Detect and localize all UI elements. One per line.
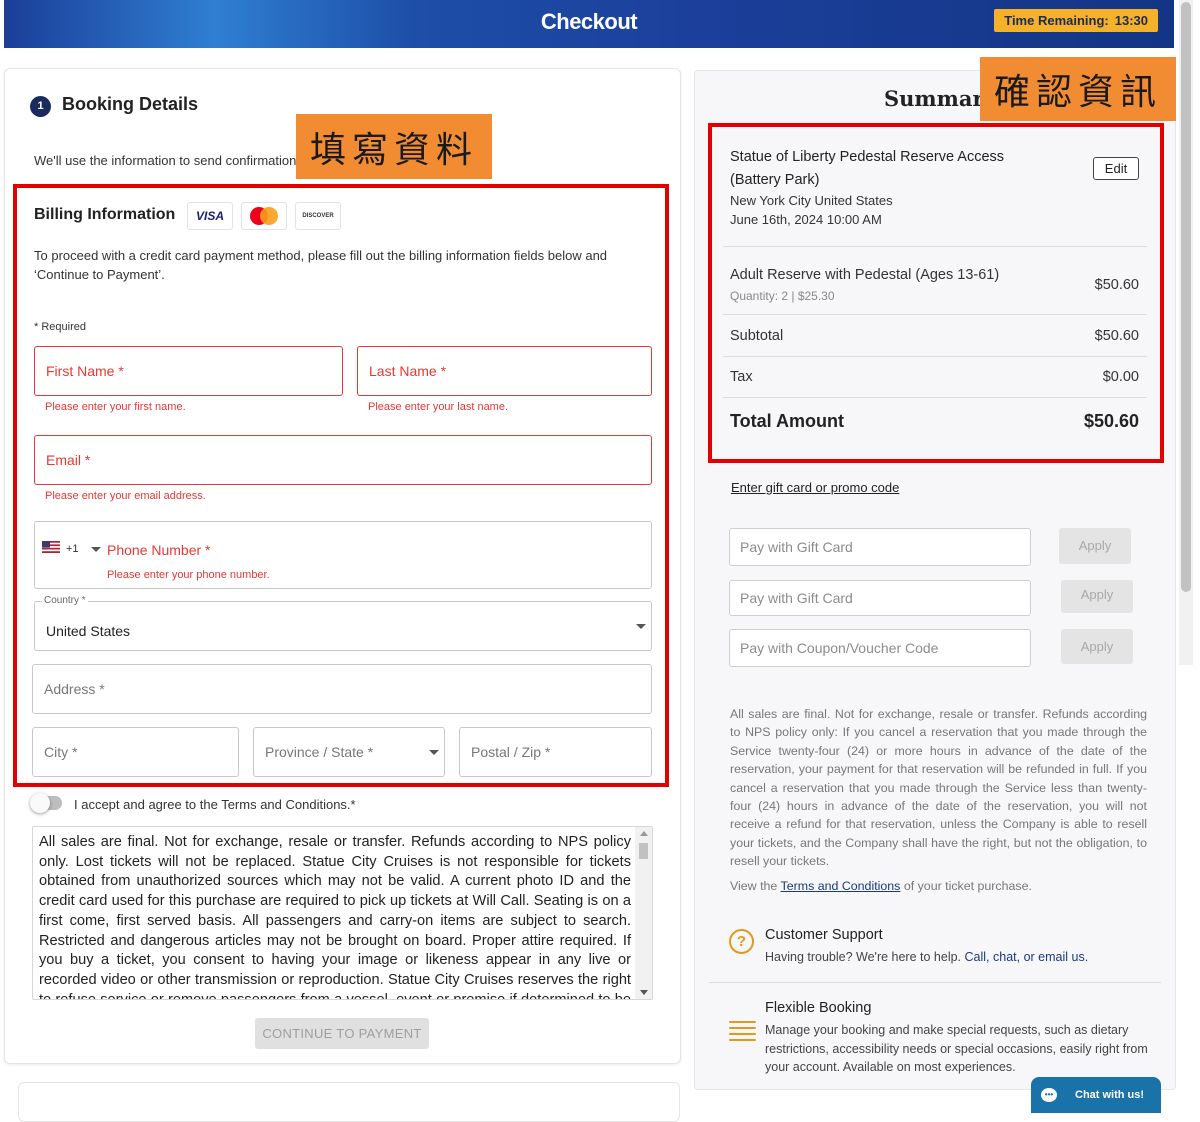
total-amount-value: $50.60 <box>1083 411 1139 431</box>
support-contact-links[interactable]: Call, chat, or email us. <box>965 950 1089 964</box>
country-select[interactable]: United States <box>34 601 652 651</box>
last-name-placeholder: Last Name * <box>369 363 447 379</box>
divider <box>723 397 1147 398</box>
apply-coupon-button[interactable]: Apply <box>1061 629 1133 664</box>
item-datetime: June 16th, 2024 10:00 AM <box>730 212 882 227</box>
email-placeholder: Email * <box>46 452 91 468</box>
step-number-badge: 1 <box>30 96 51 117</box>
postal-field[interactable]: Postal / Zip * <box>459 727 652 777</box>
province-select[interactable]: Province / State * <box>253 727 445 777</box>
coupon-code-input[interactable]: Pay with Coupon/Voucher Code <box>729 629 1031 667</box>
email-field[interactable]: Email * <box>34 435 652 485</box>
terms-agree-label: I accept and agree to the Terms and Cond… <box>74 797 356 812</box>
total-amount-label: Total Amount <box>730 411 844 431</box>
scrollbar-thumb[interactable] <box>1181 2 1191 592</box>
discover-icon: DISCOVER <box>295 202 341 230</box>
visa-icon: VISA <box>187 202 233 230</box>
item-location: New York City United States <box>730 193 893 208</box>
confirmation-text: We'll use the information to send confir… <box>34 153 297 168</box>
timer-label: Time Remaining: <box>1004 13 1109 28</box>
flexible-booking-title: Flexible Booking <box>765 1000 872 1016</box>
country-chevron-down-icon[interactable] <box>636 624 646 629</box>
city-placeholder: City * <box>44 744 78 760</box>
terms-scrollbar-thumb[interactable] <box>639 843 648 859</box>
customer-support-title: Customer Support <box>765 927 883 943</box>
summary-title: Summary <box>884 86 996 111</box>
divider <box>723 314 1147 315</box>
refund-policy-text: All sales are final. Not for exchange, r… <box>730 707 1147 869</box>
province-chevron-down-icon[interactable] <box>429 750 439 755</box>
page-scrollbar[interactable] <box>1179 0 1193 665</box>
discover-logo-text: DISCOVER <box>302 213 334 219</box>
view-terms-prefix: View the <box>730 879 778 893</box>
tax-label: Tax <box>730 369 753 385</box>
apply-gift-card-1-button[interactable]: Apply <box>1059 528 1131 564</box>
postal-placeholder: Postal / Zip * <box>471 744 551 760</box>
chat-with-us-button[interactable]: ••• Chat with us! <box>1031 1077 1161 1113</box>
line-item-price: $50.60 <box>1094 277 1139 293</box>
first-name-error: Please enter your first name. <box>45 401 186 413</box>
support-desc-text: Having trouble? We're here to help. <box>765 950 962 964</box>
terms-text: All sales are final. Not for exchange, r… <box>39 834 631 1000</box>
last-name-field[interactable]: Last Name * <box>357 346 652 396</box>
mastercard-icon <box>241 202 287 230</box>
chat-bubble-icon: ••• <box>1041 1088 1057 1102</box>
continue-to-payment-button[interactable]: CONTINUE TO PAYMENT <box>255 1018 429 1049</box>
address-field[interactable]: Address * <box>32 664 652 714</box>
first-name-field[interactable]: First Name * <box>34 346 343 396</box>
time-remaining-badge: Time Remaining: 13:30 <box>994 9 1158 32</box>
phone-error: Please enter your phone number. <box>107 569 270 581</box>
billing-instructions: To proceed with a credit card payment me… <box>34 248 608 282</box>
line-item-name: Adult Reserve with Pedestal (Ages 13-61) <box>730 267 1000 283</box>
flexible-booking-icon <box>729 1021 756 1045</box>
next-section-card <box>18 1082 680 1122</box>
promo-code-link[interactable]: Enter gift card or promo code <box>731 480 899 495</box>
terms-and-conditions-link[interactable]: Terms and Conditions <box>781 879 901 893</box>
subtotal-value: $50.60 <box>1094 328 1139 344</box>
item-title: Statue of Liberty Pedestal Reserve Acces… <box>730 149 1005 188</box>
flexible-booking-desc: Manage your booking and make special req… <box>765 1023 1148 1074</box>
line-item-detail: Quantity: 2 | $25.30 <box>730 289 835 303</box>
divider <box>723 356 1147 357</box>
terms-agree-toggle[interactable] <box>30 793 62 813</box>
address-placeholder: Address * <box>44 681 105 697</box>
country-code-chevron-down-icon[interactable] <box>91 547 101 552</box>
gift-card-input-1[interactable]: Pay with Gift Card <box>729 528 1031 566</box>
city-field[interactable]: City * <box>32 727 239 777</box>
annotation-confirm-info: 確認資訊 <box>980 57 1176 121</box>
country-label: Country * <box>42 595 88 606</box>
divider <box>723 246 1147 247</box>
terms-scrollbar[interactable] <box>635 827 652 999</box>
view-terms-suffix: of your ticket purchase. <box>903 879 1032 893</box>
email-error: Please enter your email address. <box>45 490 206 502</box>
timer-value: 13:30 <box>1114 13 1148 28</box>
visa-logo-text: VISA <box>195 209 224 223</box>
us-flag-icon[interactable] <box>42 541 60 553</box>
last-name-error: Please enter your last name. <box>368 401 509 413</box>
view-terms-text: View the Terms and Conditions of your ti… <box>730 879 1032 893</box>
first-name-placeholder: First Name * <box>46 363 124 379</box>
divider <box>709 982 1161 983</box>
chat-label: Chat with us! <box>1075 1089 1145 1101</box>
annotation-fill-info: 填寫資料 <box>296 114 492 179</box>
terms-textarea[interactable]: All sales are final. Not for exchange, r… <box>32 826 653 1000</box>
edit-button[interactable]: Edit <box>1093 157 1139 180</box>
gift-card-input-2[interactable]: Pay with Gift Card <box>729 580 1031 616</box>
toggle-knob[interactable] <box>30 793 50 813</box>
customer-support-desc: Having trouble? We're here to help. Call… <box>765 950 1088 964</box>
required-note: * Required <box>34 321 86 333</box>
phone-country-code[interactable]: +1 <box>66 543 79 555</box>
scroll-down-arrow-icon[interactable] <box>640 990 648 995</box>
subtotal-label: Subtotal <box>730 328 784 344</box>
phone-placeholder: Phone Number * <box>107 542 211 558</box>
province-placeholder: Province / State * <box>265 744 374 760</box>
billing-information-title: Billing Information <box>34 206 176 223</box>
country-value: United States <box>46 623 131 639</box>
checkout-header: Checkout Time Remaining: 13:30 <box>4 0 1174 48</box>
tax-value: $0.00 <box>1102 369 1139 385</box>
scroll-up-arrow-icon[interactable] <box>640 831 648 836</box>
question-mark-icon: ? <box>729 929 754 954</box>
apply-gift-card-2-button[interactable]: Apply <box>1061 580 1133 613</box>
booking-details-title: Booking Details <box>62 94 199 114</box>
